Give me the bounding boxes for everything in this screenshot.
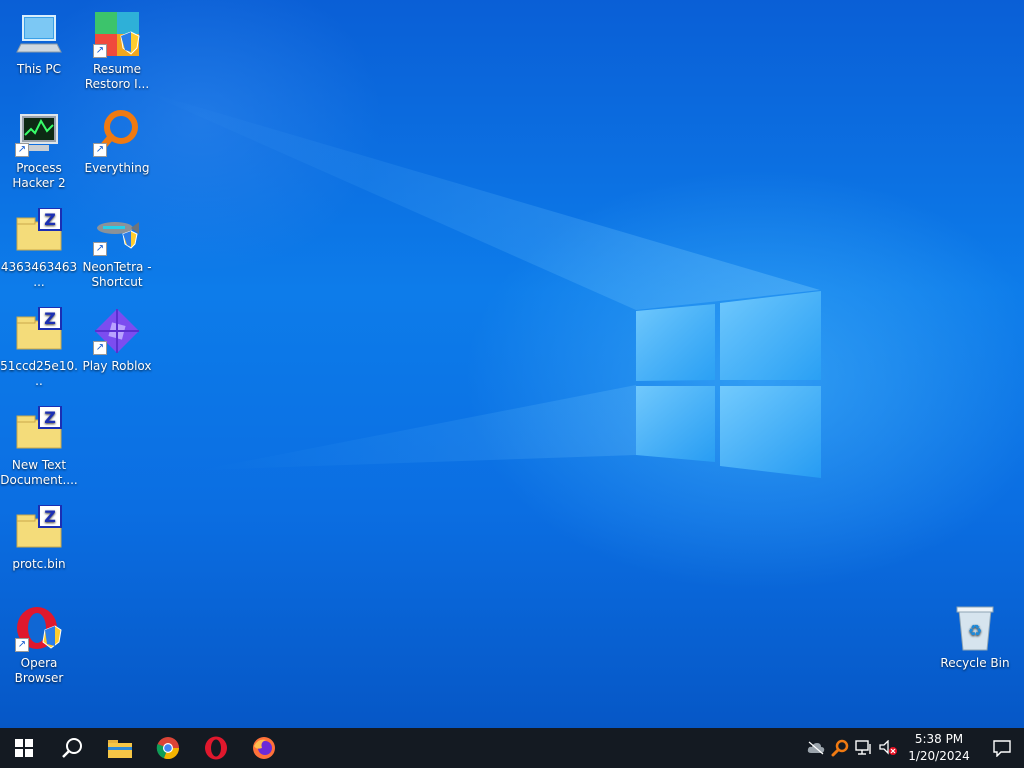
start-button[interactable] <box>0 728 48 768</box>
this-pc-icon <box>15 10 63 58</box>
desktop[interactable]: This PC ↗ Process Hacker 2 Z 4363463463.… <box>0 0 1024 728</box>
taskbar-clock[interactable]: 5:38 PM 1/20/2024 <box>904 731 974 765</box>
shortcut-arrow-icon: ↗ <box>15 638 29 652</box>
desktop-icon-play-roblox[interactable]: ↗ Play Roblox <box>78 301 156 397</box>
icon-label: Resume Restoro I... <box>84 62 150 91</box>
tray-volume[interactable] <box>876 728 900 768</box>
taskbar-opera[interactable] <box>192 728 240 768</box>
desktop-icon-zip-1[interactable]: Z 4363463463... <box>0 202 78 298</box>
desktop-icon-new-text-document[interactable]: Z New Text Document.... <box>0 400 78 496</box>
chrome-icon <box>156 737 180 760</box>
zipped-file-icon: Z <box>15 306 63 355</box>
icon-label: Everything <box>84 161 150 175</box>
desktop-icon-process-hacker[interactable]: ↗ Process Hacker 2 <box>0 103 78 199</box>
recycle-bin-icon: ♻ <box>951 604 999 652</box>
process-hacker-icon: ↗ <box>15 109 63 157</box>
restoro-icon: ↗ <box>93 10 141 58</box>
svg-text:Z: Z <box>44 507 56 526</box>
clock-date: 1/20/2024 <box>908 749 970 763</box>
firefox-icon <box>253 737 275 759</box>
icon-label: Process Hacker 2 <box>12 161 66 190</box>
svg-text:Z: Z <box>44 309 56 328</box>
neontetra-fish-icon: ↗ <box>93 208 141 256</box>
icon-label: Play Roblox <box>82 359 152 373</box>
icon-label: This PC <box>17 62 61 76</box>
icon-label: Recycle Bin <box>940 656 1010 670</box>
roblox-icon: ↗ <box>93 307 141 355</box>
taskbar-file-explorer[interactable] <box>96 728 144 768</box>
tray-everything[interactable] <box>828 728 852 768</box>
icon-label: 51ccd25e10... <box>0 359 78 388</box>
opera-icon <box>205 736 227 760</box>
desktop-icon-restoro[interactable]: ↗ Resume Restoro I... <box>78 4 156 100</box>
icon-label: New Text Document.... <box>0 458 78 487</box>
clock-time: 5:38 PM <box>914 732 964 746</box>
zipped-file-icon: Z <box>15 504 63 553</box>
action-center-button[interactable] <box>980 728 1024 768</box>
search-button[interactable] <box>48 728 96 768</box>
svg-text:Z: Z <box>44 408 56 427</box>
volume-muted-icon <box>879 740 897 755</box>
network-icon <box>855 740 871 755</box>
shortcut-arrow-icon: ↗ <box>93 242 107 256</box>
desktop-icon-opera-browser[interactable]: ↗ Opera Browser <box>0 598 78 694</box>
shortcut-arrow-icon: ↗ <box>93 341 107 355</box>
opera-icon: ↗ <box>15 604 63 652</box>
file-explorer-icon <box>108 740 132 758</box>
icon-label: Opera Browser <box>14 656 64 685</box>
desktop-icon-everything[interactable]: ↗ Everything <box>78 103 156 199</box>
system-tray: 5:38 PM 1/20/2024 <box>804 728 1024 768</box>
notification-icon <box>993 740 1011 757</box>
tray-network[interactable] <box>852 728 876 768</box>
everything-search-icon: ↗ <box>93 109 141 157</box>
shortcut-arrow-icon: ↗ <box>93 44 107 58</box>
start-icon <box>15 739 33 757</box>
icon-label: protc.bin <box>12 557 66 571</box>
desktop-icon-neontetra[interactable]: ↗ NeonTetra - Shortcut <box>78 202 156 298</box>
cloud-offline-icon <box>807 741 825 755</box>
zipped-file-icon: Z <box>15 405 63 454</box>
taskbar-chrome[interactable] <box>144 728 192 768</box>
taskbar: 5:38 PM 1/20/2024 <box>0 728 1024 768</box>
everything-tray-icon <box>831 739 849 757</box>
desktop-icon-zip-2[interactable]: Z 51ccd25e10... <box>0 301 78 397</box>
shortcut-arrow-icon: ↗ <box>93 143 107 157</box>
desktop-icon-protc-bin[interactable]: Z protc.bin <box>0 499 78 595</box>
taskbar-firefox[interactable] <box>240 728 288 768</box>
icon-label: 4363463463... <box>0 260 78 289</box>
desktop-icon-this-pc[interactable]: This PC <box>0 4 78 100</box>
shortcut-arrow-icon: ↗ <box>15 143 29 157</box>
svg-text:♻: ♻ <box>968 621 982 640</box>
zipped-file-icon: Z <box>15 207 63 256</box>
desktop-icon-recycle-bin[interactable]: ♻ Recycle Bin <box>936 598 1014 694</box>
icon-label: NeonTetra - Shortcut <box>82 260 152 289</box>
search-icon <box>62 738 82 758</box>
svg-text:Z: Z <box>44 210 56 229</box>
tray-cloud-offline[interactable] <box>804 728 828 768</box>
